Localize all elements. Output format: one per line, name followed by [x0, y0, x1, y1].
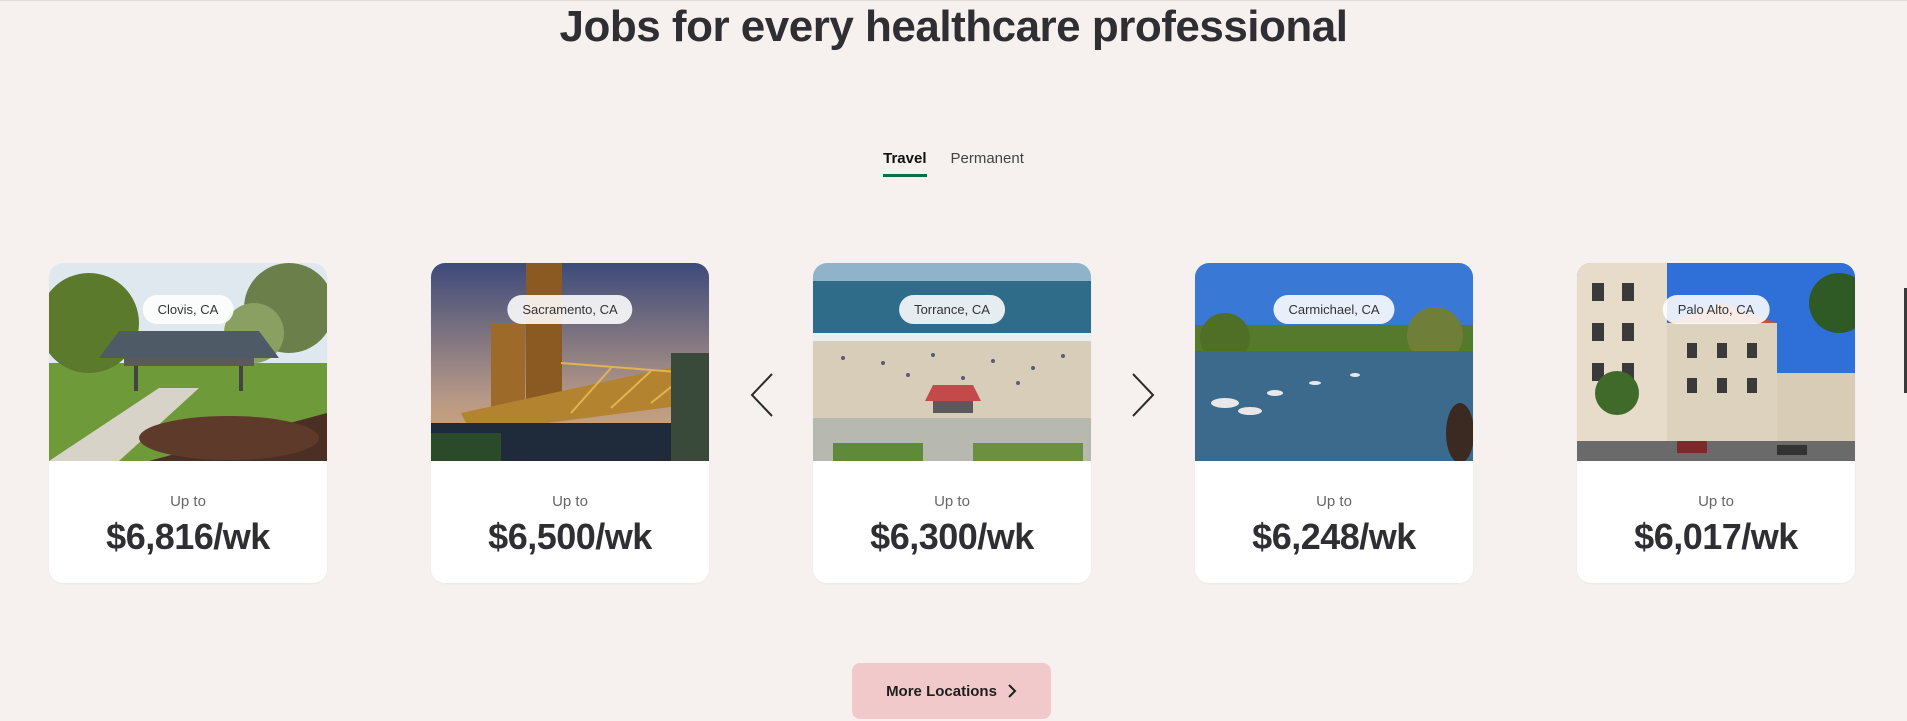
page-title: Jobs for every healthcare professional [559, 2, 1348, 51]
location-badge: Carmichael, CA [1273, 295, 1395, 324]
upto-label: Up to [170, 493, 206, 510]
weekly-pay: $6,017/wk [1634, 516, 1798, 557]
location-photo: Torrance, CA [813, 263, 1091, 461]
location-badge: Torrance, CA [899, 295, 1005, 324]
carousel-prev-button[interactable] [748, 372, 778, 418]
location-card-sacramento[interactable]: Sacramento, CA Up to $6,500/wk [431, 263, 709, 583]
top-divider [0, 0, 1907, 1]
chevron-right-icon [1132, 373, 1155, 417]
weekly-pay: $6,300/wk [870, 516, 1034, 557]
upto-label: Up to [552, 493, 588, 510]
carousel-next-button[interactable] [1127, 372, 1157, 418]
weekly-pay: $6,500/wk [488, 516, 652, 557]
weekly-pay: $6,816/wk [106, 516, 270, 557]
location-badge: Sacramento, CA [507, 295, 633, 324]
location-card-torrance[interactable]: Torrance, CA Up to $6,300/wk [813, 263, 1091, 583]
more-locations-button[interactable]: More Locations [852, 663, 1051, 719]
tab-travel[interactable]: Travel [883, 150, 927, 177]
location-photo: Carmichael, CA [1195, 263, 1473, 461]
tab-permanent[interactable]: Permanent [951, 150, 1024, 177]
location-badge: Clovis, CA [142, 295, 234, 324]
location-badge: Palo Alto, CA [1662, 295, 1770, 324]
upto-label: Up to [1316, 493, 1352, 510]
location-carousel: Clovis, CA Up to $6,816/wk Sacramento, C… [0, 263, 1907, 583]
upto-label: Up to [1698, 493, 1734, 510]
upto-label: Up to [934, 493, 970, 510]
chevron-right-icon [1008, 684, 1017, 698]
location-card-clovis[interactable]: Clovis, CA Up to $6,816/wk [49, 263, 327, 583]
location-card-carmichael[interactable]: Carmichael, CA Up to $6,248/wk [1195, 263, 1473, 583]
chevron-left-icon [750, 373, 773, 417]
location-photo: Clovis, CA [49, 263, 327, 461]
weekly-pay: $6,248/wk [1252, 516, 1416, 557]
job-type-tabs: Travel Permanent [0, 150, 1907, 177]
location-card-palo-alto[interactable]: Palo Alto, CA Up to $6,017/wk [1577, 263, 1855, 583]
location-photo: Sacramento, CA [431, 263, 709, 461]
more-locations-label: More Locations [886, 682, 997, 700]
location-photo: Palo Alto, CA [1577, 263, 1855, 461]
